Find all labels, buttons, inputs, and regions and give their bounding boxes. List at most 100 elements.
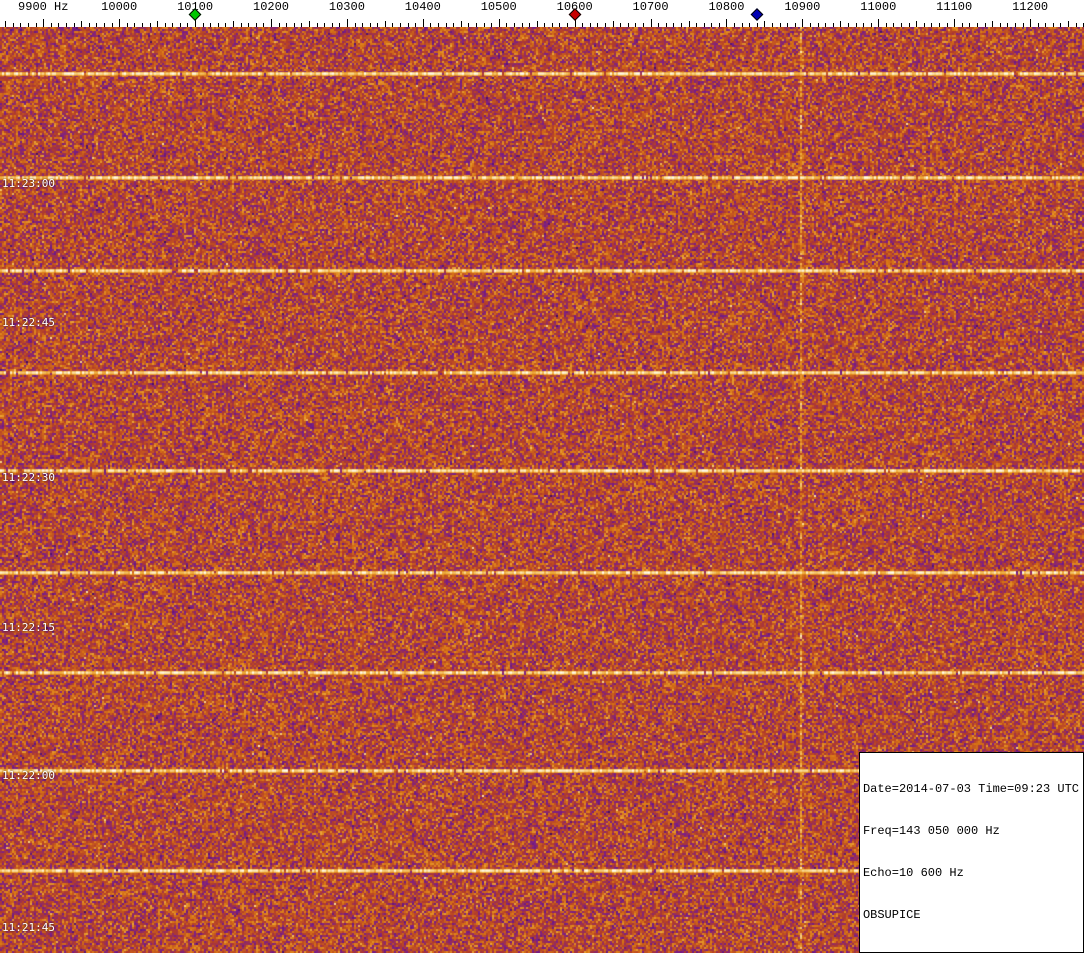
ruler-tick [947, 23, 948, 27]
ruler-tick [112, 23, 113, 27]
ruler-tick [446, 23, 447, 27]
ruler-tick [1068, 21, 1069, 27]
ruler-tick [453, 23, 454, 27]
ruler-tick [901, 23, 902, 27]
ruler-tick [347, 19, 348, 27]
ruler-tick [58, 23, 59, 27]
ruler-tick [1007, 23, 1008, 27]
ruler-tick [985, 23, 986, 27]
time-label: 11:22:15 [2, 622, 55, 633]
ruler-tick [893, 23, 894, 27]
ruler-tick [704, 23, 705, 27]
ruler-tick [81, 21, 82, 27]
info-freq-line: Freq=143 050 000 Hz [863, 824, 1079, 838]
ruler-tick [969, 23, 970, 27]
info-echo-line: Echo=10 600 Hz [863, 866, 1079, 880]
info-date-line: Date=2014-07-03 Time=09:23 UTC [863, 782, 1079, 796]
ruler-tick [256, 23, 257, 27]
ruler-tick [643, 23, 644, 27]
ruler-tick [734, 23, 735, 27]
ruler-tick [408, 23, 409, 27]
ruler-tick [605, 23, 606, 27]
ruler-tick [742, 23, 743, 27]
ruler-tick [522, 23, 523, 27]
ruler-tick [51, 23, 52, 27]
ruler-tick [165, 23, 166, 27]
ruler-tick [658, 23, 659, 27]
ruler-tick [423, 19, 424, 27]
freq-tick-label: 10300 [329, 1, 365, 14]
ruler-tick [225, 23, 226, 27]
ruler-tick [696, 23, 697, 27]
ruler-tick [279, 23, 280, 27]
ruler-tick [559, 23, 560, 27]
ruler-tick [962, 23, 963, 27]
ruler-tick [468, 23, 469, 27]
ruler-tick [484, 23, 485, 27]
ruler-tick [772, 23, 773, 27]
ruler-tick [301, 23, 302, 27]
ruler-tick [377, 23, 378, 27]
ruler-tick [863, 23, 864, 27]
ruler-tick [613, 21, 614, 27]
ruler-tick [5, 21, 6, 27]
frequency-ruler: 9900 Hz100001010010200103001040010500106… [0, 0, 1084, 27]
ruler-tick [294, 23, 295, 27]
ruler-tick [210, 23, 211, 27]
freq-tick-label: 10500 [481, 1, 517, 14]
ruler-tick [415, 23, 416, 27]
ruler-tick [689, 21, 690, 27]
ruler-tick [567, 23, 568, 27]
ruler-tick [780, 23, 781, 27]
ruler-tick [150, 23, 151, 27]
ruler-tick [1038, 23, 1039, 27]
freq-marker-blue[interactable] [750, 8, 763, 21]
ruler-tick [43, 19, 44, 27]
ruler-tick [392, 23, 393, 27]
ruler-tick [506, 23, 507, 27]
ruler-tick [711, 23, 712, 27]
ruler-tick [233, 21, 234, 27]
ruler-tick [104, 23, 105, 27]
freq-tick-label: 10800 [708, 1, 744, 14]
ruler-tick [673, 23, 674, 27]
ruler-tick [582, 23, 583, 27]
ruler-tick [286, 23, 287, 27]
ruler-tick [924, 23, 925, 27]
ruler-tick [142, 23, 143, 27]
ruler-tick [635, 23, 636, 27]
ruler-tick [810, 23, 811, 27]
ruler-tick [89, 23, 90, 27]
ruler-tick [134, 23, 135, 27]
ruler-tick [491, 23, 492, 27]
ruler-tick [909, 23, 910, 27]
freq-tick-label: 9900 Hz [18, 1, 68, 14]
ruler-tick [871, 23, 872, 27]
ruler-tick [749, 23, 750, 27]
ruler-tick [977, 23, 978, 27]
ruler-tick [172, 23, 173, 27]
ruler-tick [324, 23, 325, 27]
ruler-tick [400, 23, 401, 27]
ruler-tick [795, 23, 796, 27]
ruler-tick [339, 23, 340, 27]
ruler-tick [271, 19, 272, 27]
ruler-tick [848, 23, 849, 27]
ruler-tick [878, 19, 879, 27]
ruler-tick [317, 23, 318, 27]
ruler-tick [544, 23, 545, 27]
ruler-tick [248, 23, 249, 27]
ruler-tick [1030, 19, 1031, 27]
ruler-tick [529, 23, 530, 27]
info-station-line: OBSUPICE [863, 908, 1079, 922]
waterfall-display: 9900 Hz100001010010200103001040010500106… [0, 0, 1084, 953]
time-label: 11:23:00 [2, 178, 55, 189]
ruler-tick [74, 23, 75, 27]
ruler-tick [362, 23, 363, 27]
ruler-tick [203, 23, 204, 27]
ruler-tick [719, 23, 720, 27]
ruler-tick [856, 23, 857, 27]
ruler-tick [1023, 23, 1024, 27]
ruler-tick [187, 23, 188, 27]
ruler-tick [180, 23, 181, 27]
